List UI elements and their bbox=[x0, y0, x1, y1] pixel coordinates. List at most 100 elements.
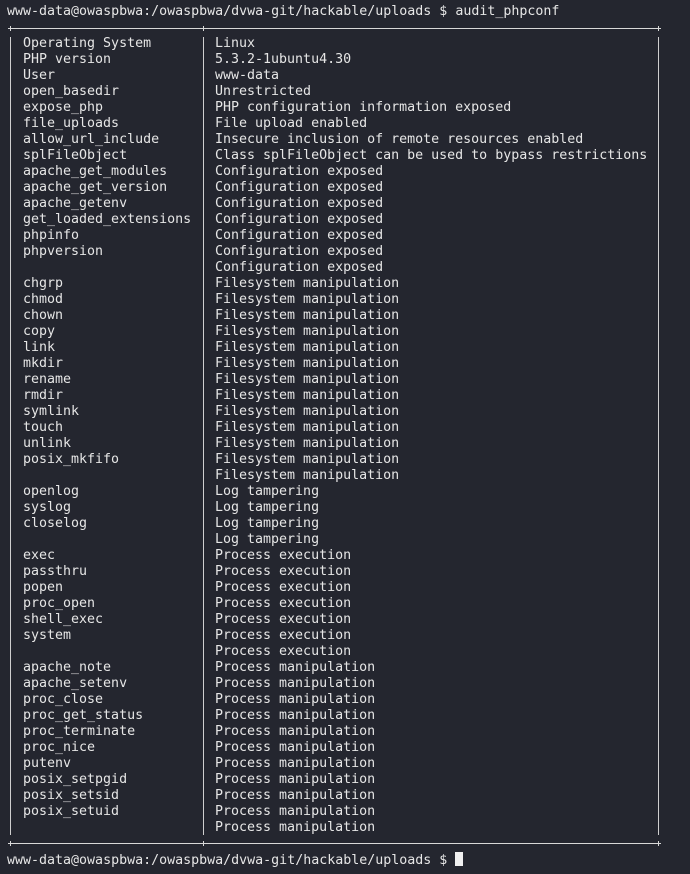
table-row: Filesystem manipulation bbox=[0, 468, 690, 484]
border-corner bbox=[201, 841, 206, 846]
table-row: rename Filesystem manipulation bbox=[0, 372, 690, 388]
setting-name: posix_setuid bbox=[23, 804, 120, 819]
cursor bbox=[455, 852, 464, 866]
setting-value: Log tampering bbox=[215, 532, 320, 547]
setting-value: Process manipulation bbox=[215, 788, 376, 803]
setting-name: syslog bbox=[23, 500, 72, 515]
table-row: passthru Process execution bbox=[0, 564, 690, 580]
table-row: link Filesystem manipulation bbox=[0, 340, 690, 356]
setting-value: Process manipulation bbox=[215, 756, 376, 771]
table-row: putenv Process manipulation bbox=[0, 756, 690, 772]
setting-name: proc_close bbox=[23, 692, 104, 707]
table-row: popen Process execution bbox=[0, 580, 690, 596]
setting-value: Process manipulation bbox=[215, 804, 376, 819]
setting-name: rename bbox=[23, 372, 72, 387]
setting-value: Configuration exposed bbox=[215, 228, 384, 243]
setting-value: Filesystem manipulation bbox=[215, 372, 400, 387]
setting-value: Process execution bbox=[215, 564, 352, 579]
setting-value: Filesystem manipulation bbox=[215, 436, 400, 451]
table-row: syslog Log tampering bbox=[0, 500, 690, 516]
setting-name: rmdir bbox=[23, 388, 64, 403]
setting-value: Log tampering bbox=[215, 516, 320, 531]
table-row: posix_mkfifo Filesystem manipulation bbox=[0, 452, 690, 468]
border-corner bbox=[656, 841, 661, 846]
table-row: proc_close Process manipulation bbox=[0, 692, 690, 708]
setting-name: posix_mkfifo bbox=[23, 452, 120, 467]
table-border bbox=[10, 843, 660, 844]
input-line[interactable]: www-data@owaspbwa:/owaspbwa/dvwa-git/hac… bbox=[7, 852, 690, 868]
setting-name: apache_get_modules bbox=[23, 164, 168, 179]
table-row: openlog Log tampering bbox=[0, 484, 690, 500]
table-row: phpversion Configuration exposed bbox=[0, 244, 690, 260]
table-row: exec Process execution bbox=[0, 548, 690, 564]
setting-name: chmod bbox=[23, 292, 64, 307]
table-row: mkdir Filesystem manipulation bbox=[0, 356, 690, 372]
setting-name: exec bbox=[23, 548, 56, 563]
setting-name: putenv bbox=[23, 756, 72, 771]
setting-value: Filesystem manipulation bbox=[215, 468, 400, 483]
setting-name: phpversion bbox=[23, 244, 104, 259]
setting-value: Filesystem manipulation bbox=[215, 276, 400, 291]
setting-name: shell_exec bbox=[23, 612, 104, 627]
setting-name: openlog bbox=[23, 484, 80, 499]
table-row: apache_setenv Process manipulation bbox=[0, 676, 690, 692]
setting-name: file_uploads bbox=[23, 116, 120, 131]
setting-value: Configuration exposed bbox=[215, 196, 384, 211]
table-row: splFileObject Class splFileObject can be … bbox=[0, 148, 690, 164]
table-row: Configuration exposed bbox=[0, 260, 690, 276]
setting-name: system bbox=[23, 628, 72, 643]
setting-value: Process manipulation bbox=[215, 660, 376, 675]
setting-value: PHP configuration information exposed bbox=[215, 100, 512, 115]
table-row: User www-data bbox=[0, 68, 690, 84]
setting-value: Filesystem manipulation bbox=[215, 308, 400, 323]
table-row: PHP version 5.3.2-1ubuntu4.30 bbox=[0, 52, 690, 68]
setting-value: Filesystem manipulation bbox=[215, 388, 400, 403]
setting-value: Filesystem manipulation bbox=[215, 452, 400, 467]
setting-value: Filesystem manipulation bbox=[215, 340, 400, 355]
table-row: touch Filesystem manipulation bbox=[0, 420, 690, 436]
setting-name: unlink bbox=[23, 436, 72, 451]
table-row: chown Filesystem manipulation bbox=[0, 308, 690, 324]
setting-value: Process execution bbox=[215, 580, 352, 595]
table-border bbox=[10, 28, 660, 29]
setting-name: copy bbox=[23, 324, 56, 339]
command: audit_phpconf bbox=[455, 4, 560, 19]
setting-value: Unrestricted bbox=[215, 84, 312, 99]
setting-value: Configuration exposed bbox=[215, 244, 384, 259]
setting-value: Process manipulation bbox=[215, 676, 376, 691]
setting-name: open_basedir bbox=[23, 84, 120, 99]
table-row: proc_get_status Process manipulation bbox=[0, 708, 690, 724]
border-corner bbox=[8, 841, 13, 846]
setting-value: www-data bbox=[215, 68, 280, 83]
setting-name: Operating System bbox=[23, 36, 152, 51]
setting-value: Filesystem manipulation bbox=[215, 292, 400, 307]
setting-value: Process execution bbox=[215, 628, 352, 643]
border-corner bbox=[656, 26, 661, 31]
setting-value: Process execution bbox=[215, 644, 352, 659]
setting-name: proc_terminate bbox=[23, 724, 136, 739]
setting-name: apache_setenv bbox=[23, 676, 128, 691]
table-row: rmdir Filesystem manipulation bbox=[0, 388, 690, 404]
table-row: copy Filesystem manipulation bbox=[0, 324, 690, 340]
setting-name: apache_note bbox=[23, 660, 112, 675]
setting-value: Log tampering bbox=[215, 484, 320, 499]
setting-value: Process manipulation bbox=[215, 740, 376, 755]
table-row: proc_terminate Process manipulation bbox=[0, 724, 690, 740]
table-row: open_basedir Unrestricted bbox=[0, 84, 690, 100]
setting-name: proc_nice bbox=[23, 740, 96, 755]
table-row: proc_open Process execution bbox=[0, 596, 690, 612]
setting-name: PHP version bbox=[23, 52, 112, 67]
setting-name: symlink bbox=[23, 404, 80, 419]
setting-value: Configuration exposed bbox=[215, 180, 384, 195]
setting-name: chown bbox=[23, 308, 64, 323]
table-row: allow_url_include Insecure inclusion of r… bbox=[0, 132, 690, 148]
table-row: apache_get_version Configuration exposed bbox=[0, 180, 690, 196]
table-row: system Process execution bbox=[0, 628, 690, 644]
command-line: www-data@owaspbwa:/owaspbwa/dvwa-git/hac… bbox=[7, 4, 690, 20]
table-row: Process execution bbox=[0, 644, 690, 660]
table-row: apache_get_modules Configuration exposed bbox=[0, 164, 690, 180]
setting-name: User bbox=[23, 68, 56, 83]
setting-value: Process manipulation bbox=[215, 820, 376, 835]
setting-value: Filesystem manipulation bbox=[215, 420, 400, 435]
table-row: Operating System Linux bbox=[0, 36, 690, 52]
